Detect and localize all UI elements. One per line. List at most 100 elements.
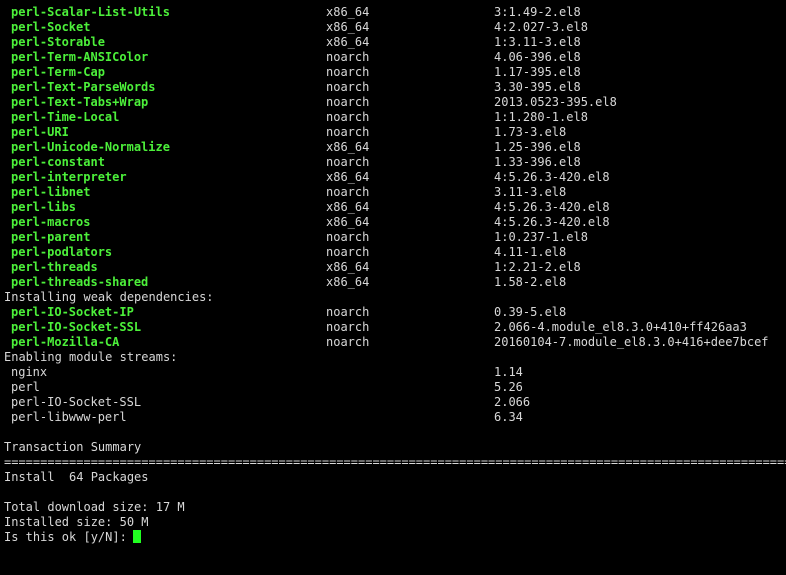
module-name: perl-IO-Socket-SSL: [11, 395, 142, 409]
package-arch: x86_64: [326, 140, 370, 154]
package-row: perl-Text-ParseWords noarch 3.30-395.el8: [0, 80, 786, 95]
package-version: 20160104-7.module_el8.3.0+416+dee7bcef: [494, 335, 769, 349]
module-stream: 2.066: [494, 395, 531, 409]
package-arch: noarch: [326, 320, 370, 334]
package-name: perl-constant: [11, 155, 105, 169]
package-version: 1:1.280-1.el8: [494, 110, 588, 124]
package-arch: noarch: [326, 230, 370, 244]
weak-package-row: perl-IO-Socket-IP noarch 0.39-5.el8: [0, 305, 786, 320]
module-name: perl: [11, 380, 40, 394]
weak-deps-header: Installing weak dependencies:: [0, 290, 786, 305]
package-name: perl-Text-Tabs+Wrap: [11, 95, 149, 109]
module-name: nginx: [11, 365, 48, 379]
install-count-text: Install 64 Packages: [4, 470, 149, 484]
package-name: perl-macros: [11, 215, 91, 229]
confirm-prompt[interactable]: Is this ok [y/N]:: [4, 530, 141, 545]
package-arch: x86_64: [326, 215, 370, 229]
package-version: 4:2.027-3.el8: [494, 20, 588, 34]
download-size-line: Total download size: 17 M: [0, 500, 786, 515]
package-row: perl-Scalar-List-Utils x86_64 3:1.49-2.el8: [0, 5, 786, 20]
package-name: perl-Unicode-Normalize: [11, 140, 170, 154]
package-name: perl-libs: [11, 200, 77, 214]
prompt-line[interactable]: Is this ok [y/N]:: [0, 530, 786, 545]
transaction-summary-text: Transaction Summary: [4, 440, 142, 454]
package-version: 1.58-2.el8: [494, 275, 567, 289]
package-version: 1:0.237-1.el8: [494, 230, 588, 244]
package-row: perl-parent noarch 1:0.237-1.el8: [0, 230, 786, 245]
module-stream: 6.34: [494, 410, 523, 424]
module-name: perl-libwww-perl: [11, 410, 127, 424]
package-row: perl-Term-Cap noarch 1.17-395.el8: [0, 65, 786, 80]
package-arch: x86_64: [326, 260, 370, 274]
package-name: perl-Socket: [11, 20, 91, 34]
package-name: perl-parent: [11, 230, 91, 244]
package-row: perl-URI noarch 1.73-3.el8: [0, 125, 786, 140]
package-arch: x86_64: [326, 20, 370, 34]
package-arch: noarch: [326, 185, 370, 199]
package-version: 0.39-5.el8: [494, 305, 567, 319]
package-name: perl-IO-Socket-SSL: [11, 320, 142, 334]
package-row: perl-Socket x86_64 4:2.027-3.el8: [0, 20, 786, 35]
package-version: 4.06-396.el8: [494, 50, 581, 64]
module-streams-header-text: Enabling module streams:: [4, 350, 178, 364]
module-stream: 1.14: [494, 365, 523, 379]
package-arch: x86_64: [326, 35, 370, 49]
package-version: 1:3.11-3.el8: [494, 35, 581, 49]
package-arch: noarch: [326, 95, 370, 109]
package-version: 1.25-396.el8: [494, 140, 581, 154]
package-row: perl-Storable x86_64 1:3.11-3.el8: [0, 35, 786, 50]
package-arch: noarch: [326, 50, 370, 64]
package-row: perl-libnet noarch 3.11-3.el8: [0, 185, 786, 200]
package-arch: noarch: [326, 305, 370, 319]
package-arch: noarch: [326, 65, 370, 79]
package-name: perl-IO-Socket-IP: [11, 305, 134, 319]
package-version: 4.11-1.el8: [494, 245, 567, 259]
module-streams-header: Enabling module streams:: [0, 350, 786, 365]
package-name: perl-threads: [11, 260, 98, 274]
package-name: perl-threads-shared: [11, 275, 149, 289]
package-name: perl-Storable: [11, 35, 105, 49]
package-row: perl-Unicode-Normalize x86_64 1.25-396.el8: [0, 140, 786, 155]
package-name: perl-Mozilla-CA: [11, 335, 120, 349]
weak-package-row: perl-Mozilla-CA noarch 20160104-7.module_e…: [0, 335, 786, 350]
text-cursor[interactable]: [132, 530, 141, 543]
package-arch: noarch: [326, 245, 370, 259]
package-name: perl-Term-ANSIColor: [11, 50, 149, 64]
module-stream-row: nginx 1.14: [0, 365, 786, 380]
package-list: perl-Scalar-List-Utils x86_64 3:1.49-2.el8…: [0, 5, 786, 290]
weak-package-list: perl-IO-Socket-IP noarch 0.39-5.el8 perl-IO…: [0, 305, 786, 350]
package-row: perl-libs x86_64 4:5.26.3-420.el8: [0, 200, 786, 215]
package-name: perl-Scalar-List-Utils: [11, 5, 170, 19]
package-row: perl-threads-shared x86_64 1.58-2.el8: [0, 275, 786, 290]
package-arch: noarch: [326, 110, 370, 124]
package-version: 1.17-395.el8: [494, 65, 581, 79]
module-stream: 5.26: [494, 380, 523, 394]
package-name: perl-URI: [11, 125, 69, 139]
package-name: perl-Time-Local: [11, 110, 120, 124]
package-arch: noarch: [326, 125, 370, 139]
terminal-window[interactable]: perl-Scalar-List-Utils x86_64 3:1.49-2.el8…: [0, 0, 786, 549]
installed-size-text: Installed size: 50 M: [4, 515, 149, 529]
package-version: 2.066-4.module_el8.3.0+410+ff426aa3: [494, 320, 747, 334]
package-row: perl-podlators noarch 4.11-1.el8: [0, 245, 786, 260]
package-arch: noarch: [326, 155, 370, 169]
weak-deps-header-text: Installing weak dependencies:: [4, 290, 214, 304]
package-version: 1.33-396.el8: [494, 155, 581, 169]
package-name: perl-libnet: [11, 185, 91, 199]
package-version: 4:5.26.3-420.el8: [494, 170, 610, 184]
download-size-text: Total download size: 17 M: [4, 500, 185, 514]
package-version: 3.30-395.el8: [494, 80, 581, 94]
installed-size-line: Installed size: 50 M: [0, 515, 786, 530]
package-version: 2013.0523-395.el8: [494, 95, 617, 109]
module-stream-row: perl-libwww-perl 6.34: [0, 410, 786, 425]
package-version: 4:5.26.3-420.el8: [494, 200, 610, 214]
package-version: 4:5.26.3-420.el8: [494, 215, 610, 229]
package-version: 3.11-3.el8: [494, 185, 567, 199]
module-stream-row: perl-IO-Socket-SSL 2.066: [0, 395, 786, 410]
package-name: perl-interpreter: [11, 170, 127, 184]
package-name: perl-Text-ParseWords: [11, 80, 156, 94]
prompt-text: Is this ok [y/N]:: [4, 530, 127, 544]
package-row: perl-Term-ANSIColor noarch 4.06-396.el8: [0, 50, 786, 65]
